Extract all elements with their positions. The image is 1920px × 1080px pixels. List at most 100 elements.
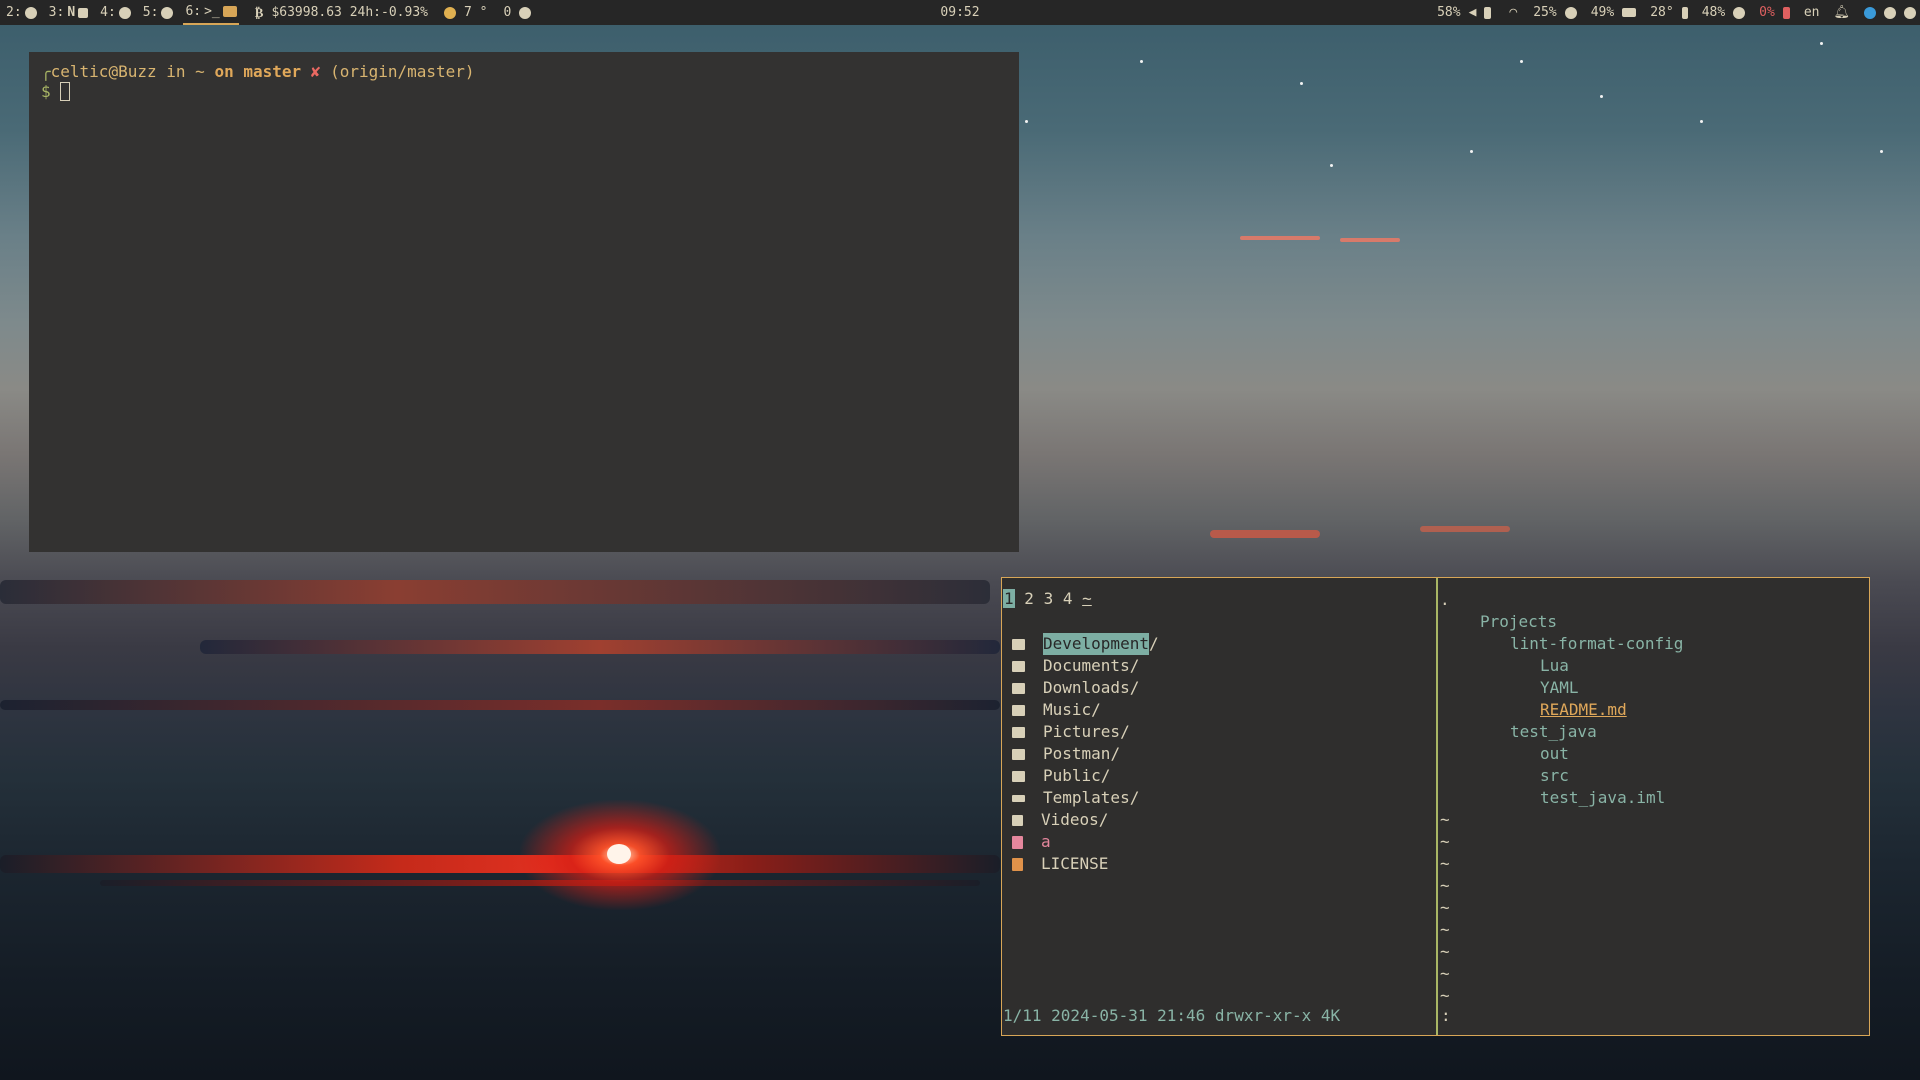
steam-tray-icon[interactable] [1884,6,1896,19]
tab-4[interactable]: 4 [1063,589,1073,608]
folder-videos-icon [1012,814,1023,826]
temperature: 28° [1650,5,1674,20]
entry-suffix: / [1129,678,1140,697]
tree-item: src [1540,766,1569,785]
entry-name: Templates [1043,788,1130,807]
package-icon[interactable] [519,6,532,19]
list-item[interactable]: Videos / [1012,809,1159,831]
battery-level: 0% [1759,5,1775,20]
prompt-in: in [166,62,186,81]
power-icon [24,6,37,19]
tab-2[interactable]: 2 [1024,589,1034,608]
list-item[interactable]: LICENSE [1012,853,1159,875]
file-list: Development / Documents / Downloads / Music… [1012,633,1159,875]
list-item[interactable]: Pictures / [1012,721,1159,743]
prompt-corner: ╭ [41,62,51,81]
entry-name: Downloads [1043,678,1130,697]
memory-icon [1622,8,1637,17]
tree-item: Lua [1540,656,1569,675]
entry-name: Public [1043,766,1101,785]
volume-icon[interactable]: ◀ [1469,5,1477,20]
workspace-2[interactable]: 2: [4,0,39,25]
empty-line-marker: ~ [1440,942,1450,961]
command-line[interactable]: : [1441,1006,1451,1025]
empty-line-marker: ~ [1440,876,1450,895]
entry-suffix: / [1129,656,1140,675]
preview-pane: . Projects lint-format-config Lua YAML R… [1440,589,1683,1007]
workspace-3[interactable]: 3: N [47,0,90,25]
workspace-number: 2: [6,5,22,20]
terminal-icon: >_ [204,4,220,19]
preview-root: . [1440,590,1450,609]
notion-icon: N [67,5,76,20]
empty-line-marker: ~ [1440,920,1450,939]
git-branch: master [243,62,302,81]
cpu-usage: 25% [1533,5,1557,20]
brightness-icon[interactable] [1733,6,1746,19]
empty-line-marker: ~ [1440,964,1450,983]
prompt-symbol: $ [41,82,51,101]
clock[interactable]: 09:52 [940,5,979,20]
file-manager-window[interactable]: 1 2 3 4 ~ Development / Documents / Downlo… [1001,577,1870,1036]
list-item[interactable]: Documents / [1012,655,1159,677]
workspace-6[interactable]: 6: >_ [183,0,239,25]
telegram-tray-icon[interactable] [1864,6,1876,19]
folder-download-icon [1012,682,1025,694]
tab-3[interactable]: 3 [1044,589,1054,608]
entry-suffix: / [1098,810,1109,829]
git-dirty-mark: ✘ [310,62,321,81]
telegram-icon [118,6,131,19]
workspace-4[interactable]: 4: [98,0,133,25]
keyboard-layout[interactable]: en [1804,5,1820,20]
empty-line-marker: ~ [1440,898,1450,917]
memory-usage: 49% [1590,5,1615,20]
entry-name: a [1041,832,1051,851]
folder-icon [1012,638,1025,650]
readme-file: README.md [1540,700,1627,719]
list-item[interactable]: Development / [1012,633,1159,655]
folder-icon [1012,748,1025,760]
tab-bar: 1 2 3 4 ~ [1003,589,1092,608]
empty-line-marker: ~ [1440,810,1450,829]
workspace-number: 4: [100,5,116,20]
folder-icon [1012,770,1025,782]
volume-level[interactable]: 58% [1437,5,1460,20]
weather-icon [443,6,456,19]
entry-name: Music [1043,700,1092,719]
entry-suffix: / [1120,722,1130,741]
list-item[interactable]: Public / [1012,765,1159,787]
wifi-icon[interactable]: ◠ [1509,5,1517,20]
microphone-icon[interactable] [1484,6,1492,19]
workspace-number: 6: [185,4,202,19]
empty-line-marker: ~ [1440,832,1450,851]
tab-1[interactable]: 1 [1003,589,1015,608]
current-dir: ~ [195,62,205,81]
workspace-5[interactable]: 5: [141,0,176,25]
empty-line-marker: ~ [1440,854,1450,873]
bitcoin-icon: ₿ [254,5,264,21]
list-item[interactable]: Music / [1012,699,1159,721]
list-item[interactable]: a [1012,831,1159,853]
text-cursor [60,82,71,101]
user-host: celtic@Buzz [50,62,157,81]
system-tray-icon[interactable] [1904,6,1916,19]
templates-icon [1012,794,1025,802]
input-line[interactable]: $ [41,82,1007,102]
workspace-number: 5: [142,5,159,20]
folder-documents-icon [1012,660,1025,672]
git-remote: (origin/master) [330,62,475,81]
list-item[interactable]: Postman / [1012,743,1159,765]
tree-item: out [1540,744,1569,763]
terminal-window[interactable]: ╭celtic@Buzz in ~ on master ✘ (origin/ma… [29,52,1019,552]
current-path: ~ [1082,589,1092,608]
tree-item: YAML [1540,678,1579,697]
notification-bell-icon[interactable]: 🔔︎ [1833,5,1850,20]
pane-divider [1436,578,1438,1035]
entry-name: Development [1043,633,1149,655]
prompt-line: ╭celtic@Buzz in ~ on master ✘ (origin/ma… [41,62,1007,82]
entry-name: Documents [1043,656,1130,675]
folder-pictures-icon [1012,726,1025,738]
list-item[interactable]: Downloads / [1012,677,1159,699]
list-item[interactable]: Templates / [1012,787,1159,809]
brightness-level[interactable]: 48% [1702,5,1725,20]
